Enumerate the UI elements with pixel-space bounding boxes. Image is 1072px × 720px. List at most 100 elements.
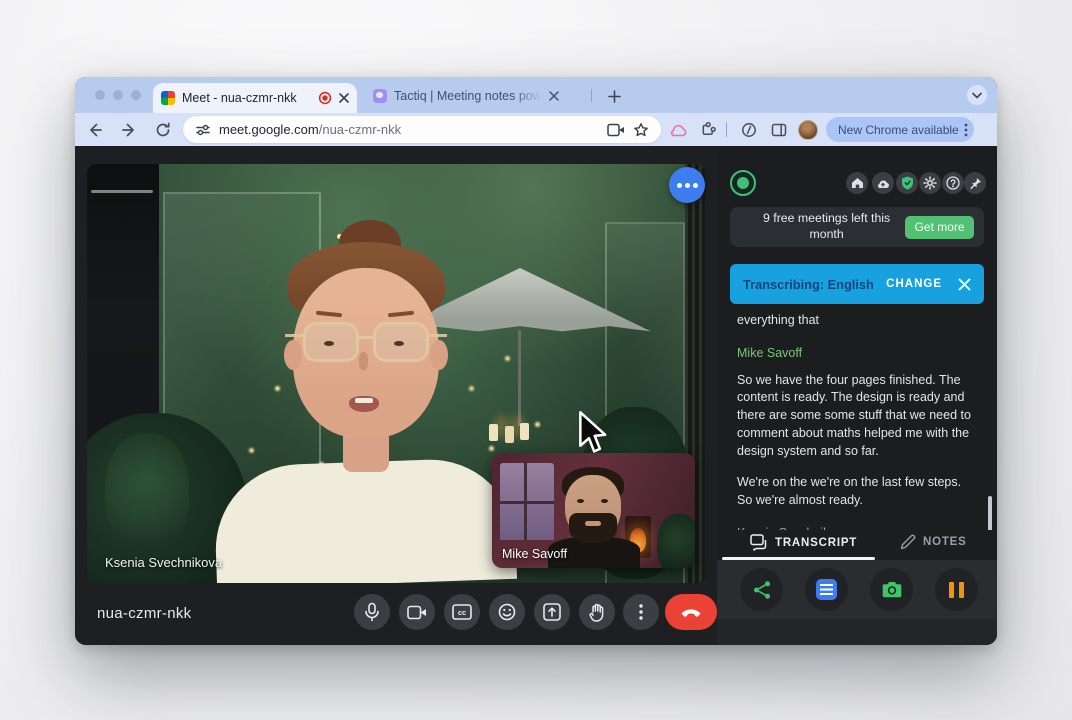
meet-favicon-icon [161,91,175,105]
recording-indicator-icon [318,91,332,105]
more-vert-icon[interactable] [964,123,968,137]
view-transcript-button[interactable] [805,568,848,611]
tab-search-button[interactable] [967,85,987,105]
pause-icon [949,582,964,598]
chat-bubbles-icon [750,534,768,551]
end-call-button[interactable] [665,594,717,630]
pip-participant-mouth [585,521,601,526]
window-zoom-button[interactable] [131,90,141,100]
bookmark-star-icon[interactable] [633,122,649,138]
reload-button[interactable] [149,116,177,144]
transcribing-banner: Transcribing: English CHANGE [730,264,984,304]
tab-strip: Meet - nua-czmr-nkk Tactiq | Meeting not… [75,77,997,113]
help-button[interactable] [942,172,964,194]
raise-hand-button[interactable] [579,594,615,630]
home-button[interactable] [846,172,868,194]
tab-notes[interactable]: NOTES [900,534,967,550]
dot [693,183,698,188]
participant-eye [324,341,334,346]
back-button[interactable] [81,116,109,144]
share-button[interactable] [740,568,783,611]
participant-nose [359,352,368,370]
tab-transcript[interactable]: TRANSCRIPT [750,534,857,551]
reload-icon [155,122,171,138]
tab-capture-icon[interactable] [607,123,625,137]
privacy-button[interactable] [896,172,918,194]
page-content: Ksenia Svechnikova M [75,146,997,645]
change-language-button[interactable]: CHANGE [886,278,942,290]
pin-button[interactable] [964,172,986,194]
pip-video-tile[interactable]: Mike Savoff [492,453,695,568]
meeting-code: nua-czmr-nkk [97,605,191,622]
pip-participant-eye [601,499,608,503]
tab-close-icon[interactable] [549,91,559,101]
pip-participant-beard [569,513,617,543]
side-panel-button[interactable] [766,117,792,143]
extensions-button[interactable] [695,117,721,143]
window-close-button[interactable] [95,90,105,100]
settings-button[interactable] [919,172,941,194]
tab-close-icon[interactable] [339,93,349,103]
participant-ear [430,340,448,370]
cloud-button[interactable] [872,172,894,194]
video-scene-umbrella-pole [518,330,521,426]
captions-button[interactable]: cc [444,594,480,630]
mic-icon [363,602,381,622]
tab-separator [591,89,592,102]
puzzle-icon [700,121,717,138]
reactions-button[interactable] [489,594,525,630]
gear-icon [923,176,937,190]
camera-button[interactable] [399,594,435,630]
transcript-speaker: Mike Savoff [737,345,977,363]
video-scene-shelf [91,190,153,193]
sidebar-tabs: TRANSCRIPT NOTES [717,530,997,560]
mic-button[interactable] [354,594,390,630]
tab-meet[interactable]: Meet - nua-czmr-nkk [153,83,357,113]
slash-circle-icon [741,122,757,138]
site-info-icon[interactable] [195,122,211,138]
screenshot-button[interactable] [870,568,913,611]
forward-button[interactable] [115,116,143,144]
document-icon [816,579,837,600]
banner-close-button[interactable] [958,278,971,291]
mouse-cursor [576,410,610,456]
hand-icon [589,603,605,622]
transcript-text: We're on the we're on the last few steps… [737,474,977,510]
new-tab-button[interactable] [603,85,625,107]
extension-button[interactable] [736,117,762,143]
transcribing-label: Transcribing: English [743,277,874,292]
emoji-icon [498,603,516,621]
chevron-down-icon [972,92,982,99]
tab-tactiq[interactable]: Tactiq | Meeting notes powe [367,84,579,108]
window-minimize-button[interactable] [113,90,123,100]
chat-bubble-button[interactable] [669,167,705,203]
address-bar[interactable]: meet.google.com/nua-czmr-nkk [183,116,661,143]
side-panel-icon [771,122,787,138]
present-button[interactable] [534,594,570,630]
tab-title: Tactiq | Meeting notes powe [394,89,542,103]
desktop-background: Meet - nua-czmr-nkk Tactiq | Meeting not… [0,0,1072,720]
dot [685,183,690,188]
participant-eye [394,341,404,346]
video-scene-candles [489,424,498,441]
pip-participant-eye [577,499,584,503]
svg-text:cc: cc [458,608,466,617]
browser-toolbar: meet.google.com/nua-czmr-nkk [75,113,997,146]
share-icon [752,580,772,600]
end-call-icon [680,607,702,617]
pause-transcription-button[interactable] [935,568,978,611]
tab-label: NOTES [923,536,967,548]
toolbar-divider [726,122,727,137]
pip-scene-plant [657,514,695,568]
get-more-button[interactable]: Get more [905,216,974,239]
profile-avatar[interactable] [798,120,818,140]
pin-icon [969,177,982,190]
more-options-button[interactable] [623,594,659,630]
pink-cloud-icon [669,123,687,137]
chrome-update-button[interactable]: New Chrome available [826,117,974,142]
dot [677,183,682,188]
video-scene-plant [105,433,189,555]
tab-title: Meet - nua-czmr-nkk [182,91,311,105]
tactiq-extension-icon[interactable] [665,117,691,143]
participant-shirt [213,457,517,583]
